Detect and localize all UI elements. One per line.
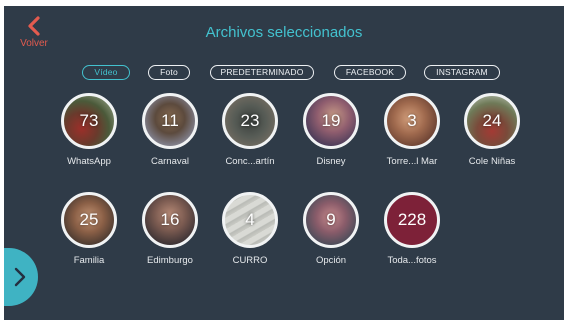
filter-instagram[interactable]: INSTAGRAM [424,65,500,80]
page-title: Archivos seleccionados [205,24,363,41]
album-count: 23 [240,111,260,130]
album-thumbnail: 11 [142,93,198,149]
album-disney[interactable]: 19 Disney [291,93,371,167]
album-name: WhatsApp [67,156,111,167]
album-thumbnail: 24 [464,93,520,149]
filter-foto[interactable]: Foto [148,65,190,80]
album-torre-del-mar[interactable]: 3 Torre...l Mar [372,93,452,167]
album-concierto[interactable]: 23 Conc...artín [210,93,290,167]
album-name: Conc...artín [225,156,275,167]
album-thumbnail: 3 [384,93,440,149]
album-count: 9 [326,210,336,229]
filter-bar: Vídeo Foto PREDETERMINADO FACEBOOK INSTA… [4,65,564,81]
album-name: Cole Niñas [468,156,516,167]
album-count: 19 [321,111,341,130]
filter-video[interactable]: Vídeo [82,65,130,80]
album-thumbnail: 19 [303,93,359,149]
album-curro[interactable]: 4 CURRO [210,192,290,266]
album-thumbnail: 25 [61,192,117,248]
album-name: CURRO [232,255,268,266]
album-thumbnail: 9 [303,192,359,248]
album-cole-ninas[interactable]: 24 Cole Niñas [452,93,532,167]
album-count: 4 [245,210,255,229]
album-thumbnail: 23 [222,93,278,149]
album-count: 73 [79,111,99,130]
album-todas-las-fotos[interactable]: 228 Toda...fotos [372,192,452,266]
album-whatsapp[interactable]: 73 WhatsApp [49,93,129,167]
filter-predeterminado[interactable]: PREDETERMINADO [210,65,314,80]
album-count: 24 [482,111,502,130]
album-count: 11 [161,111,179,130]
album-count: 3 [407,111,417,130]
album-name: Torre...l Mar [386,156,438,167]
album-name: Carnaval [150,156,190,167]
album-name: Edimburgo [147,255,193,266]
album-familia[interactable]: 25 Familia [49,192,129,266]
album-count: 228 [397,210,427,229]
album-thumbnail: 4 [222,192,278,248]
album-thumbnail: 16 [142,192,198,248]
album-edimburgo[interactable]: 16 Edimburgo [130,192,210,266]
album-opcion[interactable]: 9 Opción [291,192,371,266]
filter-facebook[interactable]: FACEBOOK [334,65,406,80]
album-thumbnail: 228 [384,192,440,248]
album-count: 25 [79,210,99,229]
album-name: Familia [73,255,105,266]
album-thumbnail: 73 [61,93,117,149]
album-name: Toda...fotos [387,255,437,266]
album-name: Opción [315,255,347,266]
album-carnaval[interactable]: 11 Carnaval [130,93,210,167]
app-screen: Volver Archivos seleccionados Vídeo Foto… [4,6,564,320]
chevron-right-icon [14,267,26,287]
album-name: Disney [316,156,346,167]
album-count: 16 [160,210,180,229]
